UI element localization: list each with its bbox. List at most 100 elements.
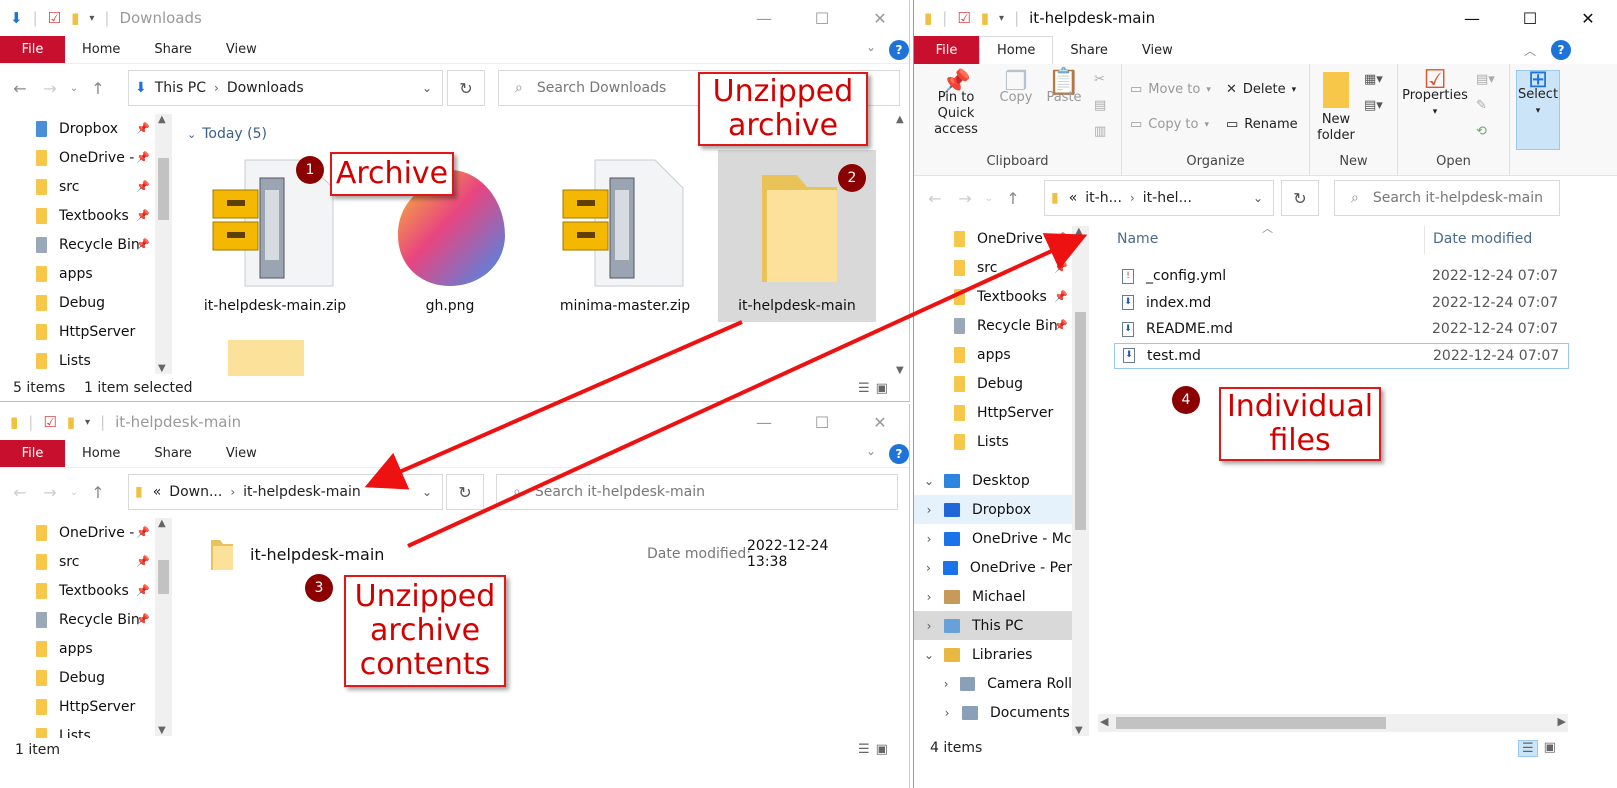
nav-scrollbar[interactable]: ▲ ▼	[155, 114, 172, 374]
tab-share[interactable]: Share	[137, 440, 209, 467]
group-header-today[interactable]: ⌄ Today (5)	[187, 126, 267, 142]
address-bar[interactable]: ▮ « Down... › it-helpdesk-main ⌄	[128, 474, 443, 510]
customize-dropdown-icon[interactable]: ▾	[85, 417, 90, 428]
rename-button[interactable]: ▭ Rename	[1226, 117, 1298, 132]
nav-item[interactable]: Dropbox 📌	[0, 114, 172, 143]
breadcrumb-this-pc[interactable]: This PC	[155, 80, 206, 96]
tab-share[interactable]: Share	[137, 36, 209, 63]
edit-icon[interactable]: ✎	[1476, 98, 1487, 113]
nav-item[interactable]: OneDrive - 📌	[0, 143, 172, 172]
minimize-button[interactable]: —	[1443, 0, 1501, 36]
nav-item[interactable]: apps	[0, 259, 172, 288]
tab-file[interactable]: File	[914, 36, 979, 64]
chevron-right-icon[interactable]: ›	[918, 532, 940, 546]
close-button[interactable]: ✕	[851, 404, 909, 440]
nav-item[interactable]: Debug	[0, 663, 172, 692]
recent-locations-icon[interactable]: ⌄	[65, 83, 83, 94]
details-view-icon[interactable]: ☰	[858, 742, 870, 757]
quick-access-down-icon[interactable]: ⬇	[10, 9, 23, 27]
tab-home[interactable]: Home	[979, 36, 1054, 64]
recent-locations-icon[interactable]: ⌄	[65, 487, 83, 498]
address-dropdown-icon[interactable]: ⌄	[422, 485, 432, 499]
chevron-right-icon[interactable]: ›	[918, 503, 940, 517]
nav-item[interactable]: Lists	[0, 721, 172, 738]
tab-view[interactable]: View	[1125, 36, 1190, 64]
nav-item[interactable]: Textbooks 📌	[0, 201, 172, 230]
file-row[interactable]: ⬇ index.md 2022-12-24 07:07	[1114, 290, 1569, 316]
chevron-right-icon[interactable]: ›	[936, 706, 958, 720]
large-icons-view-icon[interactable]: ▣	[1544, 740, 1556, 757]
open-icon[interactable]: ▤▾	[1476, 72, 1495, 87]
tree-item[interactable]: › This PC	[914, 611, 1072, 640]
address-dropdown-icon[interactable]: ⌄	[422, 81, 432, 95]
chevron-down-icon[interactable]: ⌄	[918, 474, 940, 488]
minimize-button[interactable]: —	[735, 0, 793, 36]
tab-file[interactable]: File	[0, 440, 65, 467]
details-view-icon[interactable]: ☰	[858, 381, 870, 396]
tab-view[interactable]: View	[209, 440, 274, 467]
nav-item[interactable]: OneDrive - 📌	[914, 224, 1072, 253]
nav-item[interactable]: apps	[0, 634, 172, 663]
nav-item[interactable]: HttpServer	[914, 398, 1072, 427]
column-header-date[interactable]: Date modified	[1433, 231, 1532, 247]
new-folder-icon[interactable]: ▮	[71, 9, 79, 27]
file-row[interactable]: ! _config.yml 2022-12-24 07:07	[1114, 263, 1569, 289]
chevron-right-icon[interactable]: ›	[918, 619, 940, 633]
nav-scrollbar[interactable]: ▲ ▼	[155, 518, 172, 736]
nav-item[interactable]: src 📌	[914, 253, 1072, 282]
nav-scrollbar[interactable]: ▲ ▼	[1072, 226, 1089, 736]
recent-locations-icon[interactable]: ⌄	[980, 193, 998, 204]
properties-check-icon[interactable]: ☑	[957, 9, 970, 27]
refresh-button[interactable]: ↻	[1281, 180, 1319, 216]
large-icons-view-icon[interactable]: ▣	[876, 381, 888, 396]
help-icon[interactable]: ?	[889, 40, 909, 60]
column-header-name[interactable]: Name	[1117, 231, 1158, 247]
refresh-button[interactable]: ↻	[447, 70, 485, 106]
pin-quick-access-button[interactable]: 📌 Pin to Quick access	[920, 70, 992, 138]
up-button[interactable]: ↑	[83, 483, 113, 502]
copy-button[interactable]: ❐ Copy	[994, 69, 1038, 106]
refresh-button[interactable]: ↻	[446, 474, 484, 510]
nav-item[interactable]: OneDrive - 📌	[0, 518, 172, 547]
nav-item[interactable]: apps	[914, 340, 1072, 369]
address-bar[interactable]: ▮ « it-h... › it-hel... ⌄	[1044, 180, 1274, 216]
properties-check-icon[interactable]: ☑	[48, 9, 61, 27]
tree-item[interactable]: › Camera Roll	[914, 669, 1072, 698]
tab-share[interactable]: Share	[1053, 36, 1125, 64]
column-divider[interactable]	[1424, 226, 1425, 254]
help-icon[interactable]: ?	[1551, 40, 1571, 60]
nav-item[interactable]: Lists	[914, 427, 1072, 456]
new-folder-icon[interactable]: ▮	[67, 413, 75, 431]
tab-home[interactable]: Home	[65, 440, 137, 467]
horizontal-scrollbar[interactable]: ◀ ▶	[1098, 714, 1568, 732]
up-button[interactable]: ↑	[83, 79, 113, 98]
file-item-zip-2[interactable]: minima-master.zip	[545, 150, 705, 320]
paste-button[interactable]: 📋 Paste	[1042, 69, 1086, 106]
chevron-right-icon[interactable]: ›	[918, 561, 939, 575]
nav-item[interactable]: Debug	[0, 288, 172, 317]
chevron-right-icon[interactable]: ›	[918, 590, 940, 604]
new-folder-button[interactable]: New folder	[1314, 72, 1358, 144]
tree-item[interactable]: › Documents	[914, 698, 1072, 727]
breadcrumb-downloads[interactable]: Down...	[169, 484, 222, 500]
address-overflow[interactable]: «	[1069, 190, 1078, 206]
expand-ribbon-icon[interactable]: ⌄	[866, 444, 876, 458]
nav-item[interactable]: HttpServer	[0, 692, 172, 721]
search-input[interactable]: ⌕ Search it-helpdesk-main	[1334, 180, 1560, 216]
search-input[interactable]: ⌕ Search it-helpdesk-main	[496, 474, 898, 510]
breadcrumb-downloads[interactable]: Downloads	[227, 80, 304, 96]
nav-item[interactable]: Recycle Bin 📌	[0, 605, 172, 634]
copy-to-button[interactable]: ▭ Copy to ▾	[1130, 117, 1209, 132]
back-button[interactable]: ←	[5, 79, 35, 98]
close-button[interactable]: ✕	[1559, 0, 1617, 36]
maximize-button[interactable]: ☐	[793, 0, 851, 36]
minimize-button[interactable]: —	[735, 404, 793, 440]
folder-item[interactable]: it-helpdesk-main Date modified: 2022-12-…	[208, 534, 868, 574]
tab-view[interactable]: View	[209, 36, 274, 63]
forward-button[interactable]: →	[35, 483, 65, 502]
tree-item[interactable]: › OneDrive - Per	[914, 553, 1072, 582]
address-dropdown-icon[interactable]: ⌄	[1253, 191, 1263, 205]
easy-access-icon[interactable]: ▤▾	[1364, 98, 1383, 113]
nav-item[interactable]: Textbooks 📌	[0, 576, 172, 605]
tab-file[interactable]: File	[0, 36, 65, 63]
